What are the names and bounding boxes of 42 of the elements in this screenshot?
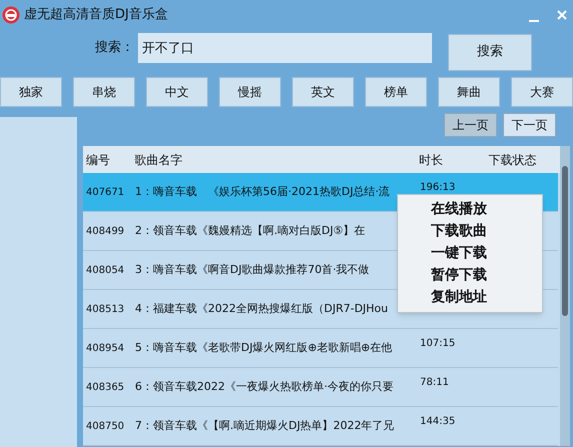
song-id: 408054: [85, 264, 126, 278]
search-label: 搜索：: [95, 39, 135, 58]
song-id: 407671: [85, 186, 126, 200]
column-header: 编号: [85, 152, 111, 168]
song-name: 4：福建车载《2022全网热搜爆红版（DJR7-DJHou: [134, 300, 390, 317]
song-name: 3：嗨音车载《啊音DJ歌曲爆款推荐70首·我不做: [134, 262, 370, 278]
song-id: 408499: [85, 224, 126, 238]
song-name: 2：领音车载《魏嫚精选【啊.嘀对白版DJ⑤】在: [134, 222, 366, 239]
window-title: 虚无超高清音质DJ音乐盒: [24, 6, 168, 24]
column-header: 歌曲名字: [134, 152, 184, 168]
logo-icon: [2, 6, 20, 24]
song-name: 1：嗨音车载 《娱乐杯第56届·2021热歌DJ总结·流: [134, 184, 391, 200]
song-id: 408954: [85, 342, 126, 356]
category-tab[interactable]: 大赛: [511, 77, 573, 107]
menu-item[interactable]: 复制地址: [431, 287, 542, 309]
song-id: 408365: [85, 380, 126, 394]
menu-item[interactable]: 下载歌曲: [431, 221, 542, 243]
search-button[interactable]: 搜索: [448, 34, 532, 70]
close-icon[interactable]: [557, 10, 567, 20]
song-id: 408750: [85, 420, 126, 434]
category-tab[interactable]: 榜单: [365, 77, 427, 107]
song-duration: 144:35: [420, 414, 456, 428]
prev-page-button[interactable]: 上一页: [444, 113, 497, 137]
song-name: 7：领音车载《【啊.嘀近期爆火DJ热单】2022年了兄: [134, 418, 396, 434]
column-header: 时长: [418, 152, 444, 168]
column-header: 下载状态: [488, 152, 538, 168]
song-name: 5：嗨音车载《老歌带DJ爆火网红版⊕老歌新唱⊕在他: [134, 340, 394, 356]
category-tab[interactable]: 慢摇: [219, 77, 281, 107]
category-tab[interactable]: 舞曲: [438, 77, 500, 107]
scrollbar[interactable]: [560, 146, 570, 446]
category-tab[interactable]: 英文: [292, 77, 354, 107]
category-tab[interactable]: 独家: [0, 77, 62, 107]
song-name: 6：领音车载2022《一夜爆火热歌榜单·今夜的你只要: [134, 378, 394, 395]
category-tab[interactable]: 中文: [146, 77, 208, 107]
song-id: 408513: [85, 302, 126, 316]
category-tab[interactable]: 串烧: [73, 77, 135, 107]
song-duration: 78:11: [420, 376, 449, 390]
search-field[interactable]: 开不了口: [138, 33, 432, 63]
song-duration: 107:15: [420, 336, 456, 350]
menu-item[interactable]: 暂停下载: [431, 265, 542, 287]
song-duration: 196:13: [420, 180, 456, 194]
next-page-button[interactable]: 下一页: [503, 113, 556, 137]
